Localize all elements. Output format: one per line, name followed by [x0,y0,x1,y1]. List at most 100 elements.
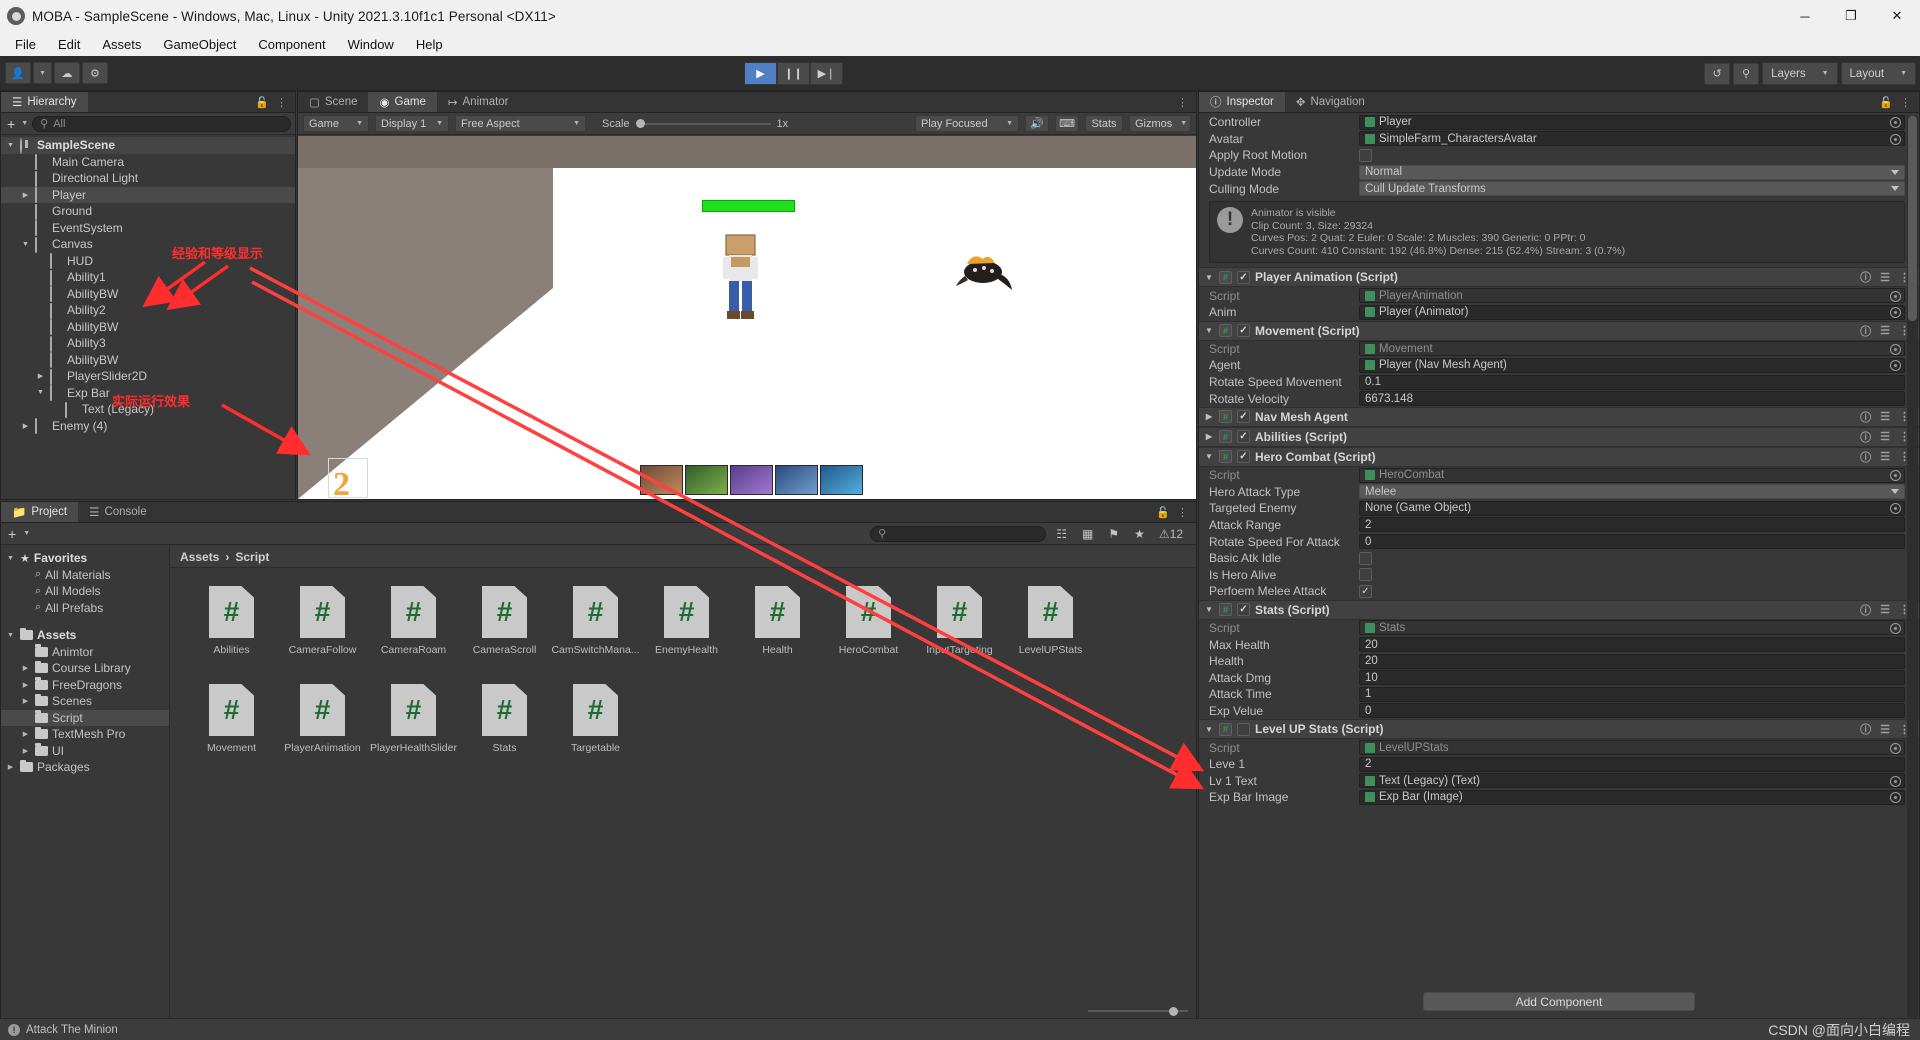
component-header[interactable]: ▼ # ✓ Hero Combat (Script) ⓘ ☰ ⋮ [1199,446,1919,467]
property-text-field[interactable]: 1 [1359,686,1905,702]
component-enabled-checkbox[interactable]: ✓ [1237,324,1250,338]
hierarchy-tab-menu[interactable]: 🔓 ⋮ [247,92,295,112]
project-favorites-root[interactable]: ▼ ★ Favorites [1,550,169,567]
tab-project[interactable]: 📁 Project [1,502,79,522]
hierarchy-item[interactable]: Ability3 [1,335,295,352]
component-header[interactable]: ▼ # ✓ Stats (Script) ⓘ ☰ ⋮ [1199,599,1919,620]
hierarchy-item[interactable]: Ability1 [1,269,295,286]
asset-item[interactable]: # HeroCombat [823,586,914,656]
stats-button[interactable]: Stats [1085,115,1123,132]
component-header[interactable]: ▼ # Level UP Stats (Script) ⓘ ☰ ⋮ [1199,719,1919,740]
package-filter-icon[interactable]: ▦ [1077,527,1098,541]
breadcrumb-script[interactable]: Script [235,550,269,564]
asset-item[interactable]: # CameraRoam [368,586,459,656]
preset-icon[interactable]: ☰ [1880,271,1890,284]
asset-item[interactable]: # CameraScroll [459,586,550,656]
property-dropdown[interactable]: Cull Update Transforms [1359,181,1905,197]
asset-item[interactable]: # LevelUPStats [1005,586,1096,656]
project-tree-item[interactable]: ▶ Packages [1,759,169,776]
expand-arrow-right-icon[interactable]: ▶ [1204,432,1214,441]
expand-arrow-down-icon[interactable]: ▼ [35,389,46,396]
hierarchy-tree[interactable]: ▼ SampleScene Main Camera Directional Light… [1,135,295,435]
asset-item[interactable]: # CameraFollow [277,586,368,656]
hierarchy-item[interactable]: Ability2 [1,302,295,319]
object-picker-icon[interactable] [1890,290,1901,302]
project-tree-item[interactable]: ▶ UI [1,743,169,760]
hierarchy-item[interactable]: AbilityBW [1,286,295,303]
object-picker-icon[interactable] [1890,117,1901,129]
preset-icon[interactable]: ☰ [1880,450,1890,463]
expand-arrow-right-icon[interactable]: ▶ [20,697,31,705]
hierarchy-item[interactable]: ▶ Enemy (4) [1,418,295,435]
object-picker-icon[interactable] [1890,133,1901,145]
step-button[interactable]: ▶❘ [810,62,843,85]
object-picker-icon[interactable] [1890,470,1901,482]
preset-icon[interactable]: ☰ [1880,603,1890,616]
close-button[interactable]: ✕ [1874,0,1920,32]
property-dropdown[interactable]: Normal [1359,164,1905,180]
component-header[interactable]: ▼ # ✓ Movement (Script) ⓘ ☰ ⋮ [1199,320,1919,341]
tab-inspector[interactable]: ⓘ Inspector [1199,92,1285,112]
expand-arrow-right-icon[interactable]: ▶ [20,681,31,689]
preset-icon[interactable]: ☰ [1880,723,1890,736]
project-tree-item[interactable]: ▶ Course Library [1,660,169,677]
tab-console[interactable]: ☰ Console [78,502,158,522]
asset-item[interactable]: # Targetable [550,684,641,754]
expand-arrow-right-icon[interactable]: ▶ [20,664,31,672]
lock-icon[interactable]: 🔓 [1156,506,1170,519]
property-text-field[interactable]: 0 [1359,534,1905,550]
inspector-scroll-thumb[interactable] [1908,116,1917,321]
asset-item[interactable]: # EnemyHealth [641,586,732,656]
component-enabled-checkbox[interactable] [1237,722,1250,736]
breadcrumb-assets[interactable]: Assets [180,550,219,564]
gizmos-dropdown[interactable]: Gizmos ▼ [1129,115,1191,132]
cloud-icon[interactable]: ☁ [53,62,80,84]
menu-file[interactable]: File [4,34,47,55]
property-object-field[interactable]: LevelUPStats [1359,740,1905,756]
property-text-field[interactable]: 6673.148 [1359,391,1905,407]
tab-scene[interactable]: ▢ Scene [298,92,369,112]
layout-dropdown[interactable]: Layout ▼ [1840,62,1916,85]
menu-gameobject[interactable]: GameObject [152,34,247,55]
preset-icon[interactable]: ☰ [1880,410,1890,423]
aspect-dropdown[interactable]: Free Aspect ▼ [455,115,586,132]
undo-history-icon[interactable]: ↺ [1704,62,1731,85]
lock-icon[interactable]: 🔓 [255,96,269,109]
project-folder-tree[interactable]: ▼ ★ Favorites ⌕ All Materials ⌕ All Models ⌕ All… [1,546,170,1023]
object-picker-icon[interactable] [1890,622,1901,634]
chevron-down-icon[interactable]: ▼ [21,120,28,127]
tab-game[interactable]: ◉ Game [368,92,437,112]
expand-arrow-down-icon[interactable]: ▼ [5,632,16,639]
component-enabled-checkbox[interactable]: ✓ [1237,410,1250,424]
expand-arrow-down-icon[interactable]: ▼ [20,241,31,248]
project-favorite-item[interactable]: ⌕ All Materials [1,567,169,584]
property-text-field[interactable]: 20 [1359,637,1905,653]
component-enabled-checkbox[interactable]: ✓ [1237,450,1250,464]
help-icon[interactable]: ⓘ [1860,602,1871,618]
lock-icon[interactable]: 🔓 [1879,96,1893,109]
asset-item[interactable]: # Health [732,586,823,656]
hierarchy-item[interactable]: EventSystem [1,220,295,237]
property-object-field[interactable]: None (Game Object) [1359,500,1905,516]
help-icon[interactable]: ⓘ [1860,269,1871,285]
expand-arrow-right-icon[interactable]: ▶ [35,372,46,380]
hierarchy-item[interactable]: ▶ PlayerSlider2D [1,368,295,385]
layers-dropdown[interactable]: Layers ▼ [1762,62,1838,85]
expand-arrow-right-icon[interactable]: ▶ [1204,412,1214,421]
expand-arrow-down-icon[interactable]: ▼ [1204,452,1214,461]
expand-arrow-down-icon[interactable]: ▼ [5,555,16,562]
menu-window[interactable]: Window [337,34,405,55]
property-checkbox[interactable] [1359,551,1372,565]
expand-arrow-down-icon[interactable]: ▼ [1204,725,1214,734]
hierarchy-search-input[interactable]: ⚲ All [32,115,291,132]
hierarchy-item[interactable]: ▼ SampleScene [1,137,295,154]
property-object-field[interactable]: Movement [1359,341,1905,357]
property-object-field[interactable]: HeroCombat [1359,467,1905,483]
label-filter-icon[interactable]: ⚑ [1103,527,1124,541]
add-gameobject-button[interactable]: + [5,116,17,132]
menu-assets[interactable]: Assets [91,34,152,55]
component-enabled-checkbox[interactable]: ✓ [1237,270,1250,284]
ability-icon-4[interactable] [775,465,818,495]
help-icon[interactable]: ⓘ [1860,429,1871,445]
hierarchy-item[interactable]: Main Camera [1,154,295,171]
